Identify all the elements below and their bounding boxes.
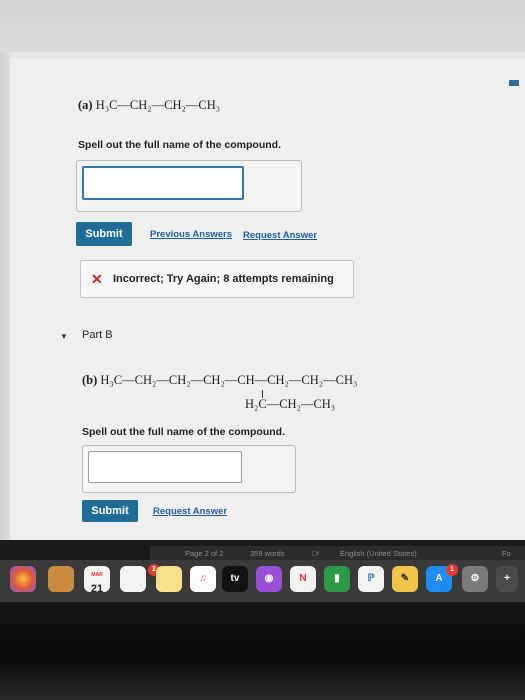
part-b-prompt: Spell out the full name of the compound. — [82, 426, 285, 438]
part-b-request-answer-link[interactable]: Request Answer — [153, 506, 227, 517]
word-count: 359 words — [250, 549, 285, 558]
part-b-branch: H₂C—CH₂—CH₃ — [245, 397, 336, 411]
reminders-icon[interactable] — [120, 566, 146, 592]
browser-screen: (a) H₃C—CH₂—CH₂—CH₃ Spell out the full n… — [0, 0, 525, 540]
focus-mode[interactable]: Fo — [502, 549, 511, 558]
previous-answers-link[interactable]: Previous Answers — [150, 229, 232, 240]
calendar-day: 21 — [90, 583, 104, 595]
corner-indicator — [509, 80, 519, 86]
proofing-icon[interactable]: □ˣ — [312, 549, 319, 558]
browser-top-area — [0, 0, 525, 52]
app-store-badge: 1 — [446, 564, 458, 576]
part-a-structure: H₃C—CH₂—CH₂—CH₃ — [95, 98, 221, 112]
notes-icon[interactable] — [156, 566, 182, 592]
system-preferences-icon[interactable]: ⚙ — [462, 566, 488, 592]
part-b-collapse-icon[interactable]: ▼ — [60, 332, 68, 341]
part-b-formula: (b) H₃C—CH₂—CH₂—CH₂—CH—CH₂—CH₂—CH₃ — [82, 373, 357, 388]
part-a-formula: (a) H₃C—CH₂—CH₂—CH₃ — [78, 98, 220, 113]
macos-dock: MAR 21 2 ♫ tv ◉ N ▮ ℙ ✎ A 1 ⚙ + — [0, 560, 525, 602]
language-status[interactable]: English (United States) — [340, 549, 417, 558]
part-b-label: (b) — [82, 373, 98, 387]
pages-icon[interactable]: ✎ — [392, 566, 418, 592]
part-b-main-chain: H₃C—CH₂—CH₂—CH₂—CH—CH₂—CH₂—CH₃ — [100, 373, 358, 387]
calendar-month: MAR — [91, 572, 103, 578]
music-icon[interactable]: ♫ — [190, 566, 216, 592]
error-x-icon: ✕ — [91, 271, 103, 287]
contacts-icon[interactable] — [48, 566, 74, 592]
tv-label: tv — [230, 573, 240, 584]
laptop-bezel — [0, 602, 525, 700]
part-a-prompt: Spell out the full name of the compound. — [78, 139, 281, 151]
part-a-label: (a) — [78, 98, 93, 112]
part-a-answer-input[interactable] — [82, 166, 244, 200]
grid-icon[interactable]: + — [496, 566, 518, 592]
news-icon[interactable]: N — [290, 566, 316, 592]
apple-tv-icon[interactable]: tv — [222, 566, 248, 592]
page-count: Page 2 of 2 — [185, 549, 224, 558]
photos-icon[interactable] — [10, 566, 36, 592]
feedback-message: Incorrect; Try Again; 8 attempts remaini… — [113, 273, 334, 285]
part-b-answer-input[interactable] — [88, 451, 242, 483]
part-a-request-answer-link[interactable]: Request Answer — [243, 230, 317, 241]
numbers-icon[interactable]: ▮ — [324, 566, 350, 592]
podcasts-icon[interactable]: ◉ — [256, 566, 282, 592]
part-b-submit-button[interactable]: Submit — [82, 500, 138, 522]
part-b-title[interactable]: Part B — [82, 329, 113, 341]
keynote-icon[interactable]: ℙ — [358, 566, 384, 592]
incorrect-feedback: ✕ Incorrect; Try Again; 8 attempts remai… — [80, 260, 354, 298]
calendar-icon[interactable]: MAR 21 — [84, 566, 110, 595]
part-a-submit-button[interactable]: Submit — [76, 222, 132, 246]
